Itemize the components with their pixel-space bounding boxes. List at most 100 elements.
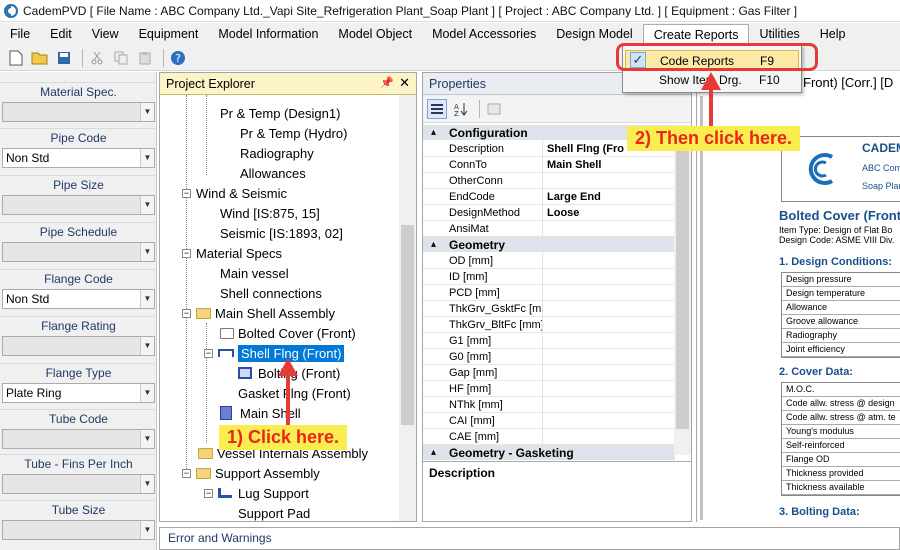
prop-row[interactable]: G1 [mm] [423,333,675,349]
property-pages-icon[interactable] [484,99,504,119]
chevron-down-icon[interactable]: ▼ [140,290,154,308]
material-spec-combo[interactable]: ▼ [2,102,155,122]
flange-type-combo[interactable]: Plate Ring ▼ [2,383,155,403]
save-icon[interactable] [54,48,74,68]
help-icon[interactable]: ? [168,48,188,68]
chevron-down-icon[interactable]: ▼ [140,521,154,539]
scroll-thumb[interactable] [676,129,689,429]
collapse-icon[interactable]: − [182,468,191,478]
tree-item-support-pad[interactable]: Support Pad [238,503,310,523]
prop-row[interactable]: NThk [mm] [423,397,675,413]
flange-rating-combo[interactable]: ▼ [2,336,155,356]
open-icon[interactable] [30,48,50,68]
chevron-down-icon[interactable]: ▼ [140,103,154,121]
menu-edit[interactable]: Edit [40,23,82,45]
tree-line [206,323,207,443]
paste-icon[interactable] [135,48,155,68]
menu-equipment[interactable]: Equipment [129,23,209,45]
prop-row[interactable]: ThkGrv_GsktFc [mr [423,301,675,317]
prop-row[interactable]: ThkGrv_BltFc [mm] [423,317,675,333]
tree-item[interactable]: Pr & Temp (Hydro) [240,123,347,143]
menu-model-object[interactable]: Model Object [328,23,422,45]
spec-label: Flange Type [0,363,157,381]
tree-item[interactable]: Seismic [IS:1893, 02] [220,223,343,243]
flange-code-combo[interactable]: Non Std ▼ [2,289,155,309]
pipe-schedule-combo[interactable]: ▼ [2,242,155,262]
prop-row[interactable]: ConnTo Main Shell [423,157,675,173]
menu-view[interactable]: View [82,23,129,45]
spec-tube-fins: Tube - Fins Per Inch ▼ [0,454,157,494]
tree-item-lug-support[interactable]: − Lug Support [204,483,309,503]
chevron-down-icon[interactable]: ▼ [140,384,154,402]
prop-row[interactable]: G0 [mm] [423,349,675,365]
category-geometry[interactable]: Geometry [423,237,675,253]
prop-row[interactable]: DesignMethod Loose [423,205,675,221]
new-icon[interactable] [6,48,26,68]
chevron-down-icon[interactable]: ▼ [140,243,154,261]
menu-model-accessories[interactable]: Model Accessories [422,23,546,45]
tree-item-wind-seismic[interactable]: − Wind & Seismic [182,183,287,203]
prop-row[interactable]: CAI [mm] [423,413,675,429]
tree-line [206,95,207,175]
annotation-step-2: 2) Then click here. [627,126,801,151]
prop-row[interactable]: ID [mm] [423,269,675,285]
prop-row[interactable]: OtherConn [423,173,675,189]
prop-row[interactable]: Gap [mm] [423,365,675,381]
tree-item[interactable]: Radiography [240,143,314,163]
prop-row[interactable]: HF [mm] [423,381,675,397]
properties-scrollbar[interactable] [674,125,691,455]
chevron-down-icon[interactable]: ▼ [140,475,154,493]
collapse-icon[interactable]: − [182,188,191,198]
tree-item-material-specs[interactable]: − Material Specs [182,243,282,263]
category-geometry-gasketing[interactable]: Geometry - Gasketing [423,445,675,461]
pipe-size-combo[interactable]: ▼ [2,195,155,215]
prop-row[interactable]: AnsiMat [423,221,675,237]
tree-item[interactable]: Wind [IS:875, 15] [220,203,320,223]
tube-size-combo[interactable]: ▼ [2,520,155,540]
menu-model-information[interactable]: Model Information [208,23,328,45]
menu-design-model[interactable]: Design Model [546,23,642,45]
spec-tube-size: Tube Size ▼ [0,500,157,540]
tube-fins-combo[interactable]: ▼ [2,474,155,494]
scroll-thumb[interactable] [401,225,414,425]
tube-code-combo[interactable]: ▼ [2,429,155,449]
menu-create-reports[interactable]: Create Reports [642,23,750,45]
chevron-down-icon[interactable]: ▼ [140,196,154,214]
collapse-icon[interactable]: − [204,348,213,358]
menu-help[interactable]: Help [810,23,856,45]
folder-icon [196,307,211,319]
menu-file[interactable]: File [0,23,40,45]
pipe-code-combo[interactable]: Non Std ▼ [2,148,155,168]
collapse-icon[interactable]: − [204,488,213,498]
close-icon[interactable]: ✕ [399,75,410,91]
chevron-down-icon[interactable]: ▼ [140,430,154,448]
tree-item-main-shell-assembly[interactable]: − Main Shell Assembly [182,303,335,323]
chevron-down-icon[interactable]: ▼ [140,149,154,167]
tree-item-support-assembly[interactable]: − Support Assembly [182,463,320,483]
copy-icon[interactable] [111,48,131,68]
tree-item[interactable]: Main vessel [220,263,289,283]
collapse-icon[interactable]: − [182,308,191,318]
tree-item[interactable]: Pr & Temp (Design1) [220,103,340,123]
pin-icon[interactable]: 📌 [380,76,394,89]
spec-label: Flange Code [0,269,157,287]
spec-label: Pipe Size [0,175,157,193]
tree-item[interactable]: Shell connections [220,283,322,303]
categorized-icon[interactable] [427,98,447,119]
cut-icon[interactable] [87,48,107,68]
prop-row[interactable]: CAE [mm] [423,429,675,445]
sort-az-icon[interactable]: AZ [451,99,471,119]
prop-row[interactable]: PCD [mm] [423,285,675,301]
spec-panel: Material Spec. ▼ Pipe Code Non Std ▼ Pipe… [0,72,157,550]
menu-utilities[interactable]: Utilities [749,23,809,45]
folder-icon [198,447,213,459]
spec-label: Tube Code [0,409,157,427]
chevron-down-icon[interactable]: ▼ [140,337,154,355]
collapse-icon[interactable]: − [182,248,191,258]
error-warnings-panel[interactable]: Error and Warnings [159,527,900,550]
tree-item[interactable]: Allowances [240,163,306,183]
prop-row[interactable]: EndCode Large End [423,189,675,205]
tree-item-bolted-cover[interactable]: Bolted Cover (Front) [220,323,356,343]
explorer-scrollbar[interactable] [399,95,416,521]
prop-row[interactable]: OD [mm] [423,253,675,269]
